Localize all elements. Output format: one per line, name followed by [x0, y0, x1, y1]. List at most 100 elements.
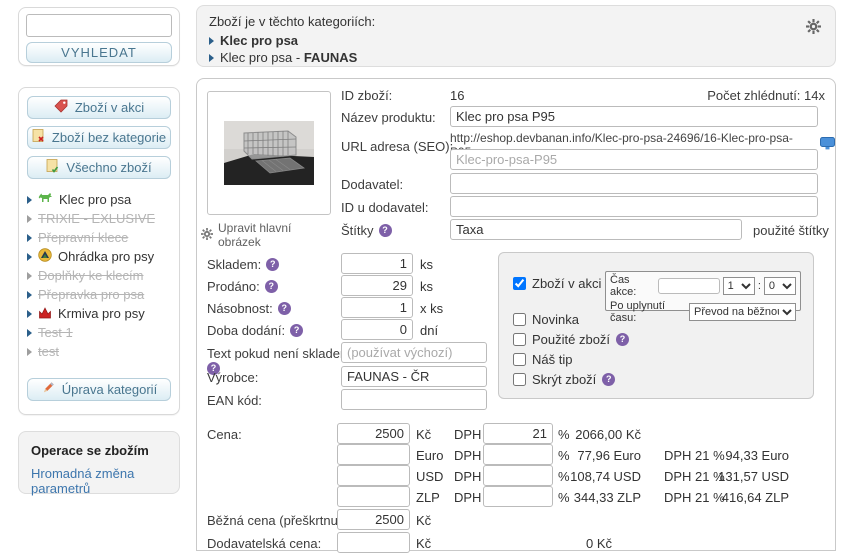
category-item-doplnky-ke-klecim[interactable]: Doplňky ke klecím — [27, 266, 171, 285]
delivery-time-label: Doba dodání: — [207, 323, 304, 338]
vat-input-usd[interactable] — [483, 465, 553, 486]
supplier-price-total: 0 Kč — [586, 536, 613, 551]
sale-checkbox[interactable] — [513, 277, 526, 290]
vat-label: DPH — [454, 490, 482, 505]
manufacturer-input[interactable] — [341, 366, 487, 387]
price-input-zlp[interactable] — [337, 486, 410, 507]
sidebar-item-label: Všechno zboží — [66, 160, 152, 175]
product-flags-box: Zboží v akci Čas akce: 1 : 0 Po uplynutí… — [498, 252, 814, 399]
sold-unit: ks — [420, 279, 433, 294]
category-item-test-1[interactable]: Test 1 — [27, 323, 171, 342]
supplier-label: Dodavatel: — [341, 177, 404, 192]
category-item-prepravni-klece[interactable]: Přepravní klece — [27, 228, 171, 247]
help-icon[interactable] — [290, 324, 304, 337]
product-name-input[interactable] — [450, 106, 818, 127]
supplier-price-input[interactable] — [337, 532, 410, 553]
hide-checkbox-row: Skrýt zboží — [513, 372, 616, 387]
used-tags-link[interactable]: použité štítky — [753, 223, 829, 238]
stock-label: Skladem: — [207, 257, 280, 272]
tip-checkbox[interactable] — [513, 353, 526, 366]
price-with-vat: 108,74 USD — [570, 469, 641, 484]
category-item-trixie-exlusive[interactable]: TRIXIE - EXLUSIVE — [27, 209, 171, 228]
sidebar-item-all-goods[interactable]: Všechno zboží — [27, 156, 171, 179]
sale-time-label: Čas akce: — [610, 274, 637, 298]
vat-input-zlp[interactable] — [483, 486, 553, 507]
bullet-arrow-icon — [209, 36, 214, 45]
multiplicity-unit: x ks — [420, 301, 444, 316]
sidebar-item-uncategorized-goods[interactable]: Zboží bez kategorie — [27, 126, 171, 149]
help-icon[interactable] — [616, 333, 630, 346]
help-icon[interactable] — [602, 373, 616, 386]
help-icon[interactable] — [378, 224, 392, 237]
settings-gear-icon[interactable] — [806, 19, 821, 37]
category-item-klec-pro-psa[interactable]: Klec pro psa — [27, 190, 171, 209]
tags-input[interactable] — [450, 219, 742, 240]
used-label: Použité zboží — [532, 332, 611, 347]
help-icon[interactable] — [264, 280, 278, 293]
search-button[interactable]: VYHLEDAT — [26, 42, 172, 63]
category-link-klec-pro-psa-faunas[interactable]: Klec pro psa - FAUNAS — [220, 50, 357, 65]
page-check-icon — [46, 159, 59, 176]
help-icon[interactable] — [266, 258, 280, 271]
regular-price-input[interactable] — [337, 509, 410, 530]
new-checkbox-row: Novinka — [513, 312, 579, 327]
sold-label: Prodáno: — [207, 279, 278, 294]
delivery-time-input[interactable] — [341, 319, 413, 340]
sale-hour-select[interactable]: 1 — [722, 277, 755, 295]
multiplicity-input[interactable] — [341, 297, 413, 318]
hide-label: Skrýt zboží — [532, 372, 597, 387]
product-admin-page: { "search": { "button_label": "VYHLEDAT"… — [0, 0, 861, 553]
tip-label: Náš tip — [532, 352, 573, 367]
seo-slug-input[interactable] — [450, 149, 818, 170]
currency-label: USD — [416, 469, 444, 484]
categories-box-title: Zboží je v těchto kategoriích: — [209, 14, 376, 29]
stock-unit: ks — [420, 257, 433, 272]
product-detail-panel: Upravit hlavní obrázek ID zboží: 16 Poče… — [196, 78, 836, 553]
bulk-change-link[interactable]: Hromadná změna parametrů — [31, 466, 167, 496]
tag-icon — [54, 99, 68, 116]
view-count: Počet zhlédnutí: 14x — [707, 88, 825, 103]
currency-label: Kč — [416, 427, 432, 442]
search-input[interactable] — [26, 14, 172, 37]
category-item-prepravka-pro-psa[interactable]: Přepravka pro psa — [27, 285, 171, 304]
category-item-ohradka-pro-psy[interactable]: Ohrádka pro psy — [27, 247, 171, 266]
help-icon[interactable] — [277, 302, 291, 315]
category-link-klec-pro-psa[interactable]: Klec pro psa — [220, 33, 298, 48]
stock-input[interactable] — [341, 253, 413, 274]
vat-input-kc[interactable] — [483, 423, 553, 444]
no-stock-text-input[interactable] — [341, 342, 487, 363]
sold-input[interactable] — [341, 275, 413, 296]
page-remove-icon — [32, 129, 45, 146]
used-checkbox[interactable] — [513, 333, 526, 346]
sidebar-item-label: Zboží bez kategorie — [51, 130, 167, 145]
supplier-price-label: Dodavatelská cena: — [207, 536, 322, 551]
pencil-icon — [41, 381, 55, 398]
tree-arrow-icon — [27, 309, 32, 318]
tree-arrow-icon — [27, 290, 32, 299]
price-input-usd[interactable] — [337, 465, 410, 486]
edit-categories-button[interactable]: Úprava kategorií — [27, 378, 171, 401]
after-time-select[interactable]: Převod na běžnou — [689, 303, 796, 321]
seo-url-label: URL adresa (SEO): — [341, 139, 454, 154]
price-input-euro[interactable] — [337, 444, 410, 465]
new-checkbox[interactable] — [513, 313, 526, 326]
price-with-vat-2: 94,33 Euro — [725, 448, 789, 463]
sale-time-input[interactable] — [657, 278, 720, 294]
hide-checkbox[interactable] — [513, 373, 526, 386]
regular-price-row: Běžná cena (přeškrtnutá): Kč — [197, 506, 835, 530]
currency-label: ZLP — [416, 490, 440, 505]
supplier-id-input[interactable] — [450, 196, 818, 217]
url-preview-icon[interactable] — [820, 137, 835, 153]
edit-categories-label: Úprava kategorií — [61, 382, 158, 397]
currency-label: Kč — [416, 536, 432, 551]
price-input-kc[interactable] — [337, 423, 410, 444]
product-name-label: Název produktu: — [341, 110, 436, 125]
category-item-test[interactable]: test — [27, 342, 171, 361]
sidebar-item-sale-goods[interactable]: Zboží v akci — [27, 96, 171, 119]
vat-input-euro[interactable] — [483, 444, 553, 465]
ean-input[interactable] — [341, 389, 487, 410]
sidebar-item-label: Zboží v akci — [74, 100, 145, 115]
supplier-input[interactable] — [450, 173, 818, 194]
sale-minute-select[interactable]: 0 — [763, 277, 797, 295]
category-item-krmiva-pro-psy[interactable]: Krmiva pro psy — [27, 304, 171, 323]
